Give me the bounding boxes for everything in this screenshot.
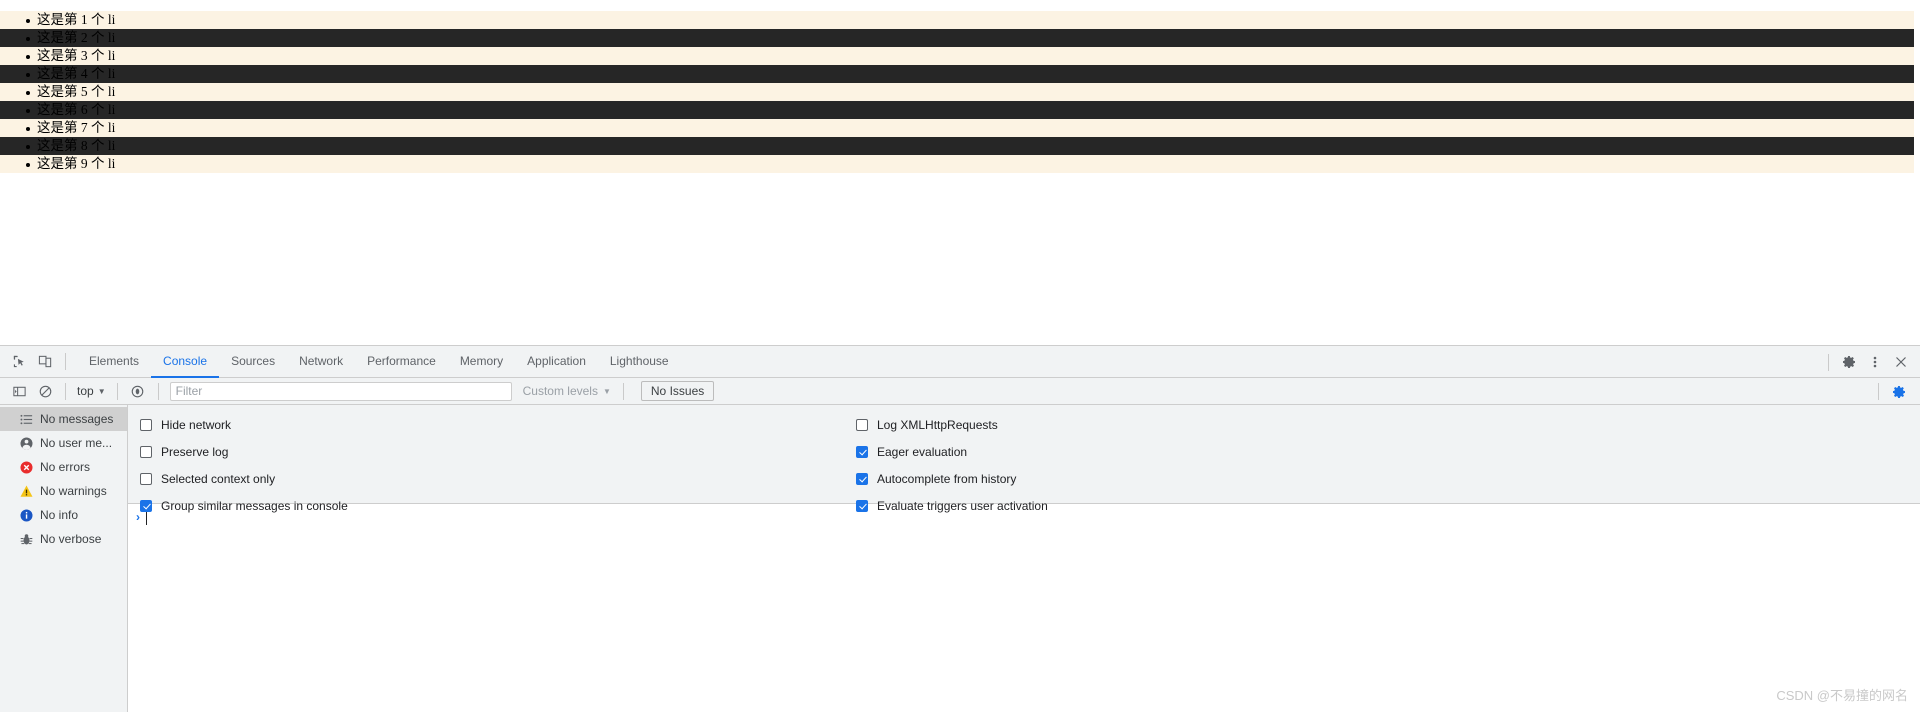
devtools-tabbar-actions (1821, 346, 1914, 378)
console-main: Hide network Preserve log Selected context… (128, 405, 1920, 712)
issues-button-label: No Issues (650, 384, 705, 398)
console-settings-pane: Hide network Preserve log Selected context… (128, 405, 1920, 513)
tab-application[interactable]: Application (515, 346, 598, 378)
checkbox[interactable] (856, 472, 868, 485)
tab-memory[interactable]: Memory (448, 346, 515, 378)
console-toolbar-divider-5 (1878, 383, 1879, 400)
setting-label: Log XMLHttpRequests (877, 417, 998, 432)
sidebar-item-label: No user me... (40, 436, 113, 450)
console-toolbar-actions (1871, 378, 1912, 405)
setting-preserve-log[interactable]: Preserve log (140, 438, 348, 465)
sidebar-item-label: No verbose (40, 532, 102, 546)
setting-log-xmlhttprequests[interactable]: Log XMLHttpRequests (856, 411, 1048, 438)
console-toolbar: top ▼ Custom levels ▼ No Issues (0, 378, 1920, 405)
setting-evaluate-triggers-user-activation[interactable]: Evaluate triggers user activation (856, 492, 1048, 519)
sidebar-item-no-warnings[interactable]: No warnings (0, 479, 127, 503)
setting-label: Autocomplete from history (877, 471, 1017, 486)
create-live-expression-icon[interactable] (125, 378, 151, 404)
checkbox[interactable] (140, 499, 152, 512)
console-body: No messages No user me... No errors No warn… (0, 405, 1920, 712)
setting-selected-context-only[interactable]: Selected context only (140, 465, 348, 492)
tab-network[interactable]: Network (287, 346, 355, 378)
person-icon (18, 435, 34, 451)
warning-icon (18, 483, 34, 499)
checkbox[interactable] (140, 445, 152, 458)
sidebar-item-no-info[interactable]: No info (0, 503, 127, 527)
setting-label: Preserve log (161, 444, 229, 459)
web-page-content: 这是第 1 个 li 这是第 2 个 li 这是第 3 个 li 这是第 4 个 li… (0, 0, 1920, 345)
watermark-text: CSDN @不易撞的网名 (1776, 688, 1908, 703)
devtools-tab-list: Elements Console Sources Network Performance… (77, 346, 681, 378)
sidebar-item-no-verbose[interactable]: No verbose (0, 527, 127, 551)
sidebar-item-label: No info (40, 508, 79, 522)
setting-label: Evaluate triggers user activation (877, 498, 1048, 513)
tab-sources[interactable]: Sources (219, 346, 287, 378)
list-item: 这是第 6 个 li (0, 101, 1914, 119)
close-icon[interactable] (1888, 349, 1914, 375)
sidebar-item-no-user-me[interactable]: No user me... (0, 431, 127, 455)
console-toolbar-divider-1 (65, 382, 66, 400)
console-settings-gear-icon[interactable] (1886, 379, 1912, 405)
devtools-panel: Elements Console Sources Network Performance… (0, 345, 1920, 712)
console-toolbar-divider-2 (116, 382, 118, 400)
checkbox[interactable] (140, 418, 152, 431)
checkbox[interactable] (140, 472, 152, 485)
sidebar-item-label: No errors (40, 460, 91, 474)
settings-gear-icon[interactable] (1836, 349, 1862, 375)
tab-lighthouse[interactable]: Lighthouse (598, 346, 681, 378)
list-item: 这是第 5 个 li (0, 83, 1914, 101)
setting-eager-evaluation[interactable]: Eager evaluation (856, 438, 1048, 465)
checkbox[interactable] (856, 445, 868, 458)
list-icon (18, 411, 34, 427)
issues-button[interactable]: No Issues (640, 381, 715, 401)
list-item: 这是第 8 个 li (0, 137, 1914, 155)
bug-icon (18, 531, 34, 547)
devtools-tabbar: Elements Console Sources Network Performance… (0, 346, 1920, 378)
toolbar-divider (65, 353, 66, 370)
demo-list: 这是第 1 个 li 这是第 2 个 li 这是第 3 个 li 这是第 4 个 li… (0, 11, 1914, 173)
execution-context-label: top (77, 384, 94, 398)
console-sidebar-toggle-icon[interactable] (6, 378, 32, 404)
checkbox[interactable] (856, 418, 868, 431)
log-levels-label: Custom levels (522, 384, 598, 398)
chevron-down-icon: ▼ (602, 386, 611, 396)
log-levels-selector[interactable]: Custom levels ▼ (518, 382, 616, 401)
setting-label: Selected context only (161, 471, 276, 486)
console-toolbar-divider-4 (622, 382, 624, 400)
console-settings-left-column: Hide network Preserve log Selected context… (140, 411, 348, 519)
sidebar-item-label: No warnings (40, 484, 107, 498)
clear-console-icon[interactable] (32, 378, 58, 404)
more-options-icon[interactable] (1862, 349, 1888, 375)
console-sidebar: No messages No user me... No errors No warn… (0, 405, 128, 712)
tab-elements[interactable]: Elements (77, 346, 151, 378)
inspect-element-icon[interactable] (6, 349, 32, 375)
list-item: 这是第 4 个 li (0, 65, 1914, 83)
device-toolbar-icon[interactable] (32, 349, 58, 375)
info-icon (18, 507, 34, 523)
error-icon (18, 459, 34, 475)
console-filter-input[interactable] (169, 381, 512, 401)
setting-label: Hide network (161, 417, 232, 432)
list-item: 这是第 2 个 li (0, 29, 1914, 47)
setting-autocomplete-from-history[interactable]: Autocomplete from history (856, 465, 1048, 492)
tab-console[interactable]: Console (151, 346, 220, 378)
toolbar-divider-right (1828, 353, 1829, 371)
tab-performance[interactable]: Performance (355, 346, 448, 378)
list-item: 这是第 7 个 li (0, 119, 1914, 137)
setting-label: Eager evaluation (877, 444, 968, 459)
setting-hide-network[interactable]: Hide network (140, 411, 348, 438)
checkbox[interactable] (856, 499, 868, 512)
console-toolbar-divider-3 (157, 382, 159, 400)
sidebar-item-label: No messages (40, 412, 114, 426)
setting-group-similar-messages-in-console[interactable]: Group similar messages in console (140, 492, 348, 519)
console-settings-right-column: Log XMLHttpRequests Eager evaluation Autoc… (856, 411, 1048, 519)
list-item: 这是第 1 个 li (0, 11, 1914, 29)
chevron-down-icon: ▼ (97, 386, 106, 396)
sidebar-item-no-errors[interactable]: No errors (0, 455, 127, 479)
sidebar-item-no-messages[interactable]: No messages (0, 407, 127, 431)
list-item: 这是第 3 个 li (0, 47, 1914, 65)
execution-context-selector[interactable]: top ▼ (73, 382, 110, 401)
setting-label: Group similar messages in console (161, 498, 348, 513)
list-item: 这是第 9 个 li (0, 155, 1914, 173)
